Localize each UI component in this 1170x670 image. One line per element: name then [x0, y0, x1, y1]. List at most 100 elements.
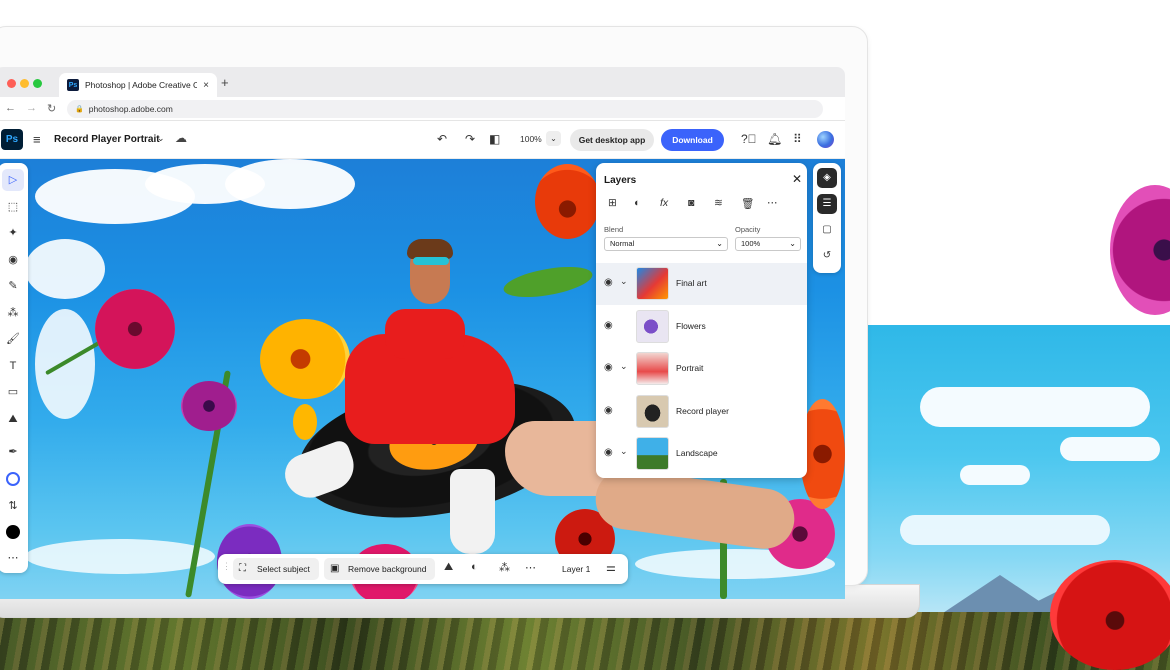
layer-row-final-art[interactable]: ◉ ⌄ Final art: [596, 263, 807, 305]
avatar[interactable]: [817, 131, 834, 148]
image-icon: ▣: [330, 563, 340, 574]
shape-tool-icon[interactable]: ▭: [2, 381, 24, 403]
fx-icon[interactable]: fx: [660, 197, 668, 209]
browser-tab-bar: Ps Photoshop | Adobe Creative C × +: [0, 67, 845, 97]
minimize-window-dot[interactable]: [20, 79, 29, 88]
add-layer-icon[interactable]: ⊞: [608, 197, 617, 209]
adjustment-layer-icon[interactable]: ◐: [634, 197, 640, 209]
redo-icon[interactable]: ↷: [465, 132, 475, 146]
back-arrow-icon[interactable]: ←: [5, 102, 16, 114]
apps-grid-icon[interactable]: ⠿: [793, 132, 802, 146]
chevron-down-icon: ⌄: [789, 239, 796, 248]
background-color-swatch[interactable]: [2, 468, 24, 490]
image-tool-icon[interactable]: ⛰: [2, 408, 24, 430]
photoshop-logo[interactable]: Ps: [1, 129, 23, 150]
visibility-eye-icon[interactable]: ◉: [604, 405, 613, 416]
layer-thumbnail: [636, 267, 669, 300]
download-button[interactable]: Download: [661, 129, 724, 151]
browser-tab[interactable]: Ps Photoshop | Adobe Creative C ×: [59, 73, 217, 97]
properties-panel-icon[interactable]: ☰: [817, 194, 837, 214]
tools-toolbar: ▷ ⬚ ✦ ◉ ✎ ⁂ 🖌︎ T ▭ ⛰ ✒ ⇅ ⋯: [0, 163, 28, 573]
stack-layers-icon[interactable]: ≋: [714, 197, 723, 209]
visibility-eye-icon[interactable]: ◉: [604, 320, 613, 331]
layer-thumbnail: [636, 437, 669, 470]
layer-row-flowers[interactable]: ◉ Flowers: [596, 306, 807, 348]
bell-icon[interactable]: 🔔︎: [767, 132, 782, 146]
adjust-tool-icon[interactable]: ◉: [2, 249, 24, 271]
adjust-icon[interactable]: ◐: [471, 561, 478, 573]
trash-icon[interactable]: 🗑︎: [741, 197, 754, 210]
visibility-eye-icon[interactable]: ◉: [604, 277, 613, 288]
foreground-color-swatch[interactable]: [2, 521, 24, 543]
sparkle-icon[interactable]: ⁂: [499, 561, 510, 574]
history-icon[interactable]: ↺: [817, 246, 837, 266]
more-options-icon[interactable]: ⋯: [767, 197, 778, 209]
blend-mode-select[interactable]: Normal ⌄: [604, 237, 728, 251]
person-hair: [407, 239, 453, 259]
layer-row-portrait[interactable]: ◉ ⌄ Portrait: [596, 348, 807, 390]
close-window-dot[interactable]: [7, 79, 16, 88]
cloud-icon[interactable]: ☁: [175, 131, 187, 145]
select-tool-icon[interactable]: ⬚: [2, 196, 24, 218]
swap-colors-icon[interactable]: ⇅: [2, 495, 24, 517]
mask-icon[interactable]: ◙: [688, 197, 694, 209]
hamburger-menu-icon[interactable]: ≡: [33, 132, 41, 147]
visibility-eye-icon[interactable]: ◉: [604, 447, 613, 458]
browser-address-bar: ← → ↻ 🔒 photoshop.adobe.com: [0, 97, 845, 121]
person-right-sneaker: [450, 469, 495, 554]
layers-panel-icon[interactable]: ◈: [817, 168, 837, 188]
select-subject-label: Select subject: [257, 564, 310, 574]
laptop-frame: Ps Photoshop | Adobe Creative C × + ← → …: [0, 26, 868, 599]
chevron-down-icon[interactable]: ⌄: [620, 276, 628, 287]
zoom-level[interactable]: 100%: [520, 134, 542, 144]
backdrop-red-flower: [1050, 560, 1170, 670]
compare-view-icon[interactable]: ◧: [489, 132, 500, 146]
layer-row-landscape[interactable]: ◉ ⌄ Landscape: [596, 433, 807, 475]
url-field[interactable]: 🔒 photoshop.adobe.com: [67, 100, 823, 118]
help-icon[interactable]: ?⃝: [741, 132, 757, 146]
layers-panel-title: Layers: [604, 175, 637, 186]
generative-image-icon[interactable]: ⛰: [444, 561, 453, 574]
brush-tool-icon[interactable]: 🖌︎: [2, 328, 24, 350]
text-tool-icon[interactable]: T: [2, 355, 24, 377]
chevron-down-icon[interactable]: ⌄: [620, 446, 628, 457]
zoom-chevron-down-icon[interactable]: ⌄: [546, 131, 561, 146]
document-title[interactable]: Record Player Portrait: [54, 134, 160, 145]
drag-handle-icon[interactable]: ⋮: [222, 561, 231, 572]
more-tools-icon[interactable]: ⋯: [2, 547, 24, 569]
chevron-down-icon: ⌄: [716, 239, 723, 248]
get-desktop-app-button[interactable]: Get desktop app: [570, 129, 654, 151]
red-flower: [535, 164, 600, 239]
document-canvas[interactable]: ▷ ⬚ ✦ ◉ ✎ ⁂ 🖌︎ T ▭ ⛰ ✒ ⇅ ⋯ Layers ✕ ⊞ ◐ …: [0, 159, 845, 599]
comments-icon[interactable]: ▢: [817, 220, 837, 240]
remove-background-button[interactable]: ▣ Remove background: [324, 558, 435, 580]
new-tab-icon[interactable]: +: [221, 75, 229, 90]
magenta-flower: [181, 381, 237, 431]
close-icon[interactable]: ✕: [792, 172, 802, 186]
backdrop-ground: [0, 612, 1170, 670]
chevron-down-icon[interactable]: ⌄: [620, 361, 628, 372]
pink-flower: [95, 289, 175, 369]
opacity-select[interactable]: 100% ⌄: [735, 237, 801, 251]
sliders-icon[interactable]: ⚌: [606, 561, 616, 574]
move-tool-icon[interactable]: ▷: [2, 169, 24, 191]
quick-select-tool-icon[interactable]: ✦: [2, 222, 24, 244]
laptop-screen: Ps Photoshop | Adobe Creative C × + ← → …: [0, 67, 845, 599]
close-tab-icon[interactable]: ×: [203, 80, 209, 91]
undo-icon[interactable]: ↶: [437, 132, 447, 146]
chevron-down-icon[interactable]: ⌄: [157, 133, 165, 144]
layer-name: Record player: [676, 406, 729, 416]
eyedropper-icon[interactable]: ✒: [2, 441, 24, 463]
layer-row-record-player[interactable]: ◉ Record player: [596, 391, 807, 433]
heal-tool-icon[interactable]: ✎: [2, 275, 24, 297]
forward-arrow-icon[interactable]: →: [26, 102, 37, 114]
reload-icon[interactable]: ↻: [47, 102, 56, 115]
more-options-icon[interactable]: ⋯: [525, 561, 536, 574]
layers-panel: Layers ✕ ⊞ ◐ fx ◙ ≋ 🗑︎ ⋯ Blend Opacity N…: [596, 163, 807, 478]
visibility-eye-icon[interactable]: ◉: [604, 362, 613, 373]
generative-fill-icon[interactable]: ⁂: [2, 302, 24, 324]
maximize-window-dot[interactable]: [33, 79, 42, 88]
layer-name-label[interactable]: Layer 1: [562, 564, 590, 574]
select-subject-button[interactable]: ⛶ Select subject: [233, 558, 319, 580]
canvas-cloud: [225, 159, 355, 209]
